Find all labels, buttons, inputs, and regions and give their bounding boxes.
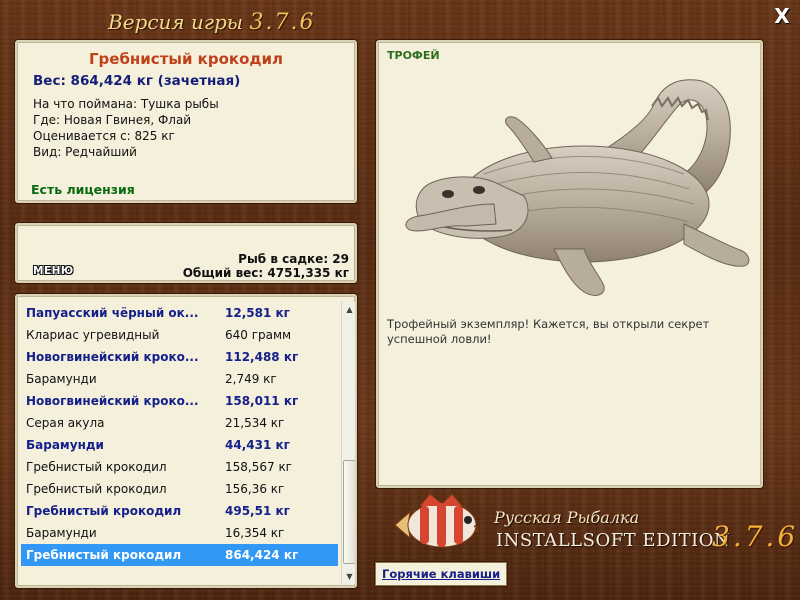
crocodile-image <box>405 79 750 296</box>
list-row[interactable]: Новогвинейский кроко... 158,011 кг <box>21 390 338 412</box>
list-row[interactable]: Барамунди 2,749 кг <box>21 368 338 390</box>
bait-info: На что поймана: Тушка рыбы <box>33 97 219 111</box>
list-row-weight: 158,567 кг <box>225 460 292 474</box>
list-row[interactable]: Гребнистый крокодил 158,567 кг <box>21 456 338 478</box>
total-weight: Общий вес: 4751,335 кг <box>182 266 349 280</box>
list-row-fish-name: Гребнистый крокодил <box>26 548 182 562</box>
list-row-weight: 112,488 кг <box>225 350 299 364</box>
scrollbar-thumb[interactable] <box>343 460 355 564</box>
list-row-fish-name: Гребнистый крокодил <box>26 460 167 474</box>
logo-title: Русская Рыбалка <box>494 508 640 527</box>
list-row[interactable]: Серая акула 21,534 кг <box>21 412 338 434</box>
list-row-fish-name: Барамунди <box>26 526 97 540</box>
catch-info-panel: Гребнистый крокодил Вес: 864,424 кг (зач… <box>15 40 357 203</box>
title-version: 3.7.6 <box>249 10 316 35</box>
list-row-weight: 156,36 кг <box>225 482 285 496</box>
threshold-info: Оценивается с: 825 кг <box>33 129 175 143</box>
scroll-up-icon[interactable]: ▲ <box>342 302 355 317</box>
list-row[interactable]: Гребнистый крокодил 156,36 кг <box>21 478 338 500</box>
list-row-fish-name: Серая акула <box>26 416 105 430</box>
rarity-info: Вид: Редчайший <box>33 145 137 159</box>
list-row[interactable]: Клариас угревидный 640 грамм <box>21 324 338 346</box>
list-row-weight: 16,354 кг <box>225 526 285 540</box>
list-row[interactable]: Барамунди 44,431 кг <box>21 434 338 456</box>
window-title: Версия игры 3.7.6 <box>108 10 315 35</box>
list-row-fish-name: Барамунди <box>26 438 104 452</box>
list-row[interactable]: Папуасский чёрный ок... 12,581 кг <box>21 302 338 324</box>
list-row[interactable]: Гребнистый крокодил 864,424 кг <box>21 544 338 566</box>
trophy-panel: ТРОФЕЙ Трофейный экземпляр! Кажется, вы … <box>376 40 763 488</box>
list-row-fish-name: Новогвинейский кроко... <box>26 394 199 408</box>
title-prefix: Версия игры <box>108 10 244 34</box>
fish-weight: Вес: 864,424 кг (зачетная) <box>33 73 241 89</box>
list-row-weight: 12,581 кг <box>225 306 290 320</box>
scroll-down-icon[interactable]: ▼ <box>342 569 355 584</box>
list-row-weight: 44,431 кг <box>225 438 290 452</box>
list-row[interactable]: Барамунди 16,354 кг <box>21 522 338 544</box>
list-scrollbar[interactable]: ▲ ▼ <box>341 302 355 584</box>
fish-count: Рыб в садке: 29 <box>238 252 349 266</box>
menu-button[interactable]: МЕНЮ <box>33 265 74 277</box>
list-row-weight: 640 грамм <box>225 328 292 342</box>
list-row-fish-name: Барамунди <box>26 372 97 386</box>
keepnet-summary-panel: МЕНЮ Рыб в садке: 29 Общий вес: 4751,335… <box>15 223 357 283</box>
hotkeys-button[interactable]: Горячие клавиши <box>375 562 508 586</box>
list-row-fish-name: Клариас угревидный <box>26 328 160 342</box>
catch-list: Папуасский чёрный ок... 12,581 кг Клариас … <box>21 302 338 566</box>
list-row[interactable]: Гребнистый крокодил 495,51 кг <box>21 500 338 522</box>
list-row-weight: 158,011 кг <box>225 394 299 408</box>
list-row-fish-name: Папуасский чёрный ок... <box>26 306 199 320</box>
list-row-weight: 21,534 кг <box>225 416 285 430</box>
logo-version: 3.7.6 <box>712 520 799 553</box>
list-row[interactable]: Новогвинейский кроко... 112,488 кг <box>21 346 338 368</box>
fish-name: Гребнистый крокодил <box>88 50 284 68</box>
logo-edition: INSTALLSOFT EDITION <box>496 530 731 551</box>
list-row-fish-name: Гребнистый крокодил <box>26 482 167 496</box>
close-button[interactable]: X <box>772 6 792 26</box>
list-row-fish-name: Новогвинейский кроко... <box>26 350 199 364</box>
list-row-fish-name: Гребнистый крокодил <box>26 504 182 518</box>
list-row-weight: 2,749 кг <box>225 372 277 386</box>
location-info: Где: Новая Гвинея, Флай <box>33 113 192 127</box>
list-row-weight: 495,51 кг <box>225 504 290 518</box>
logo-fish-icon <box>394 493 479 548</box>
catch-list-panel: Папуасский чёрный ок... 12,581 кг Клариас … <box>15 294 357 588</box>
trophy-label: ТРОФЕЙ <box>387 49 440 62</box>
list-row-weight: 864,424 кг <box>225 548 299 562</box>
trophy-message: Трофейный экземпляр! Кажется, вы открыли… <box>387 317 710 346</box>
license-status: Есть лицензия <box>31 182 135 197</box>
